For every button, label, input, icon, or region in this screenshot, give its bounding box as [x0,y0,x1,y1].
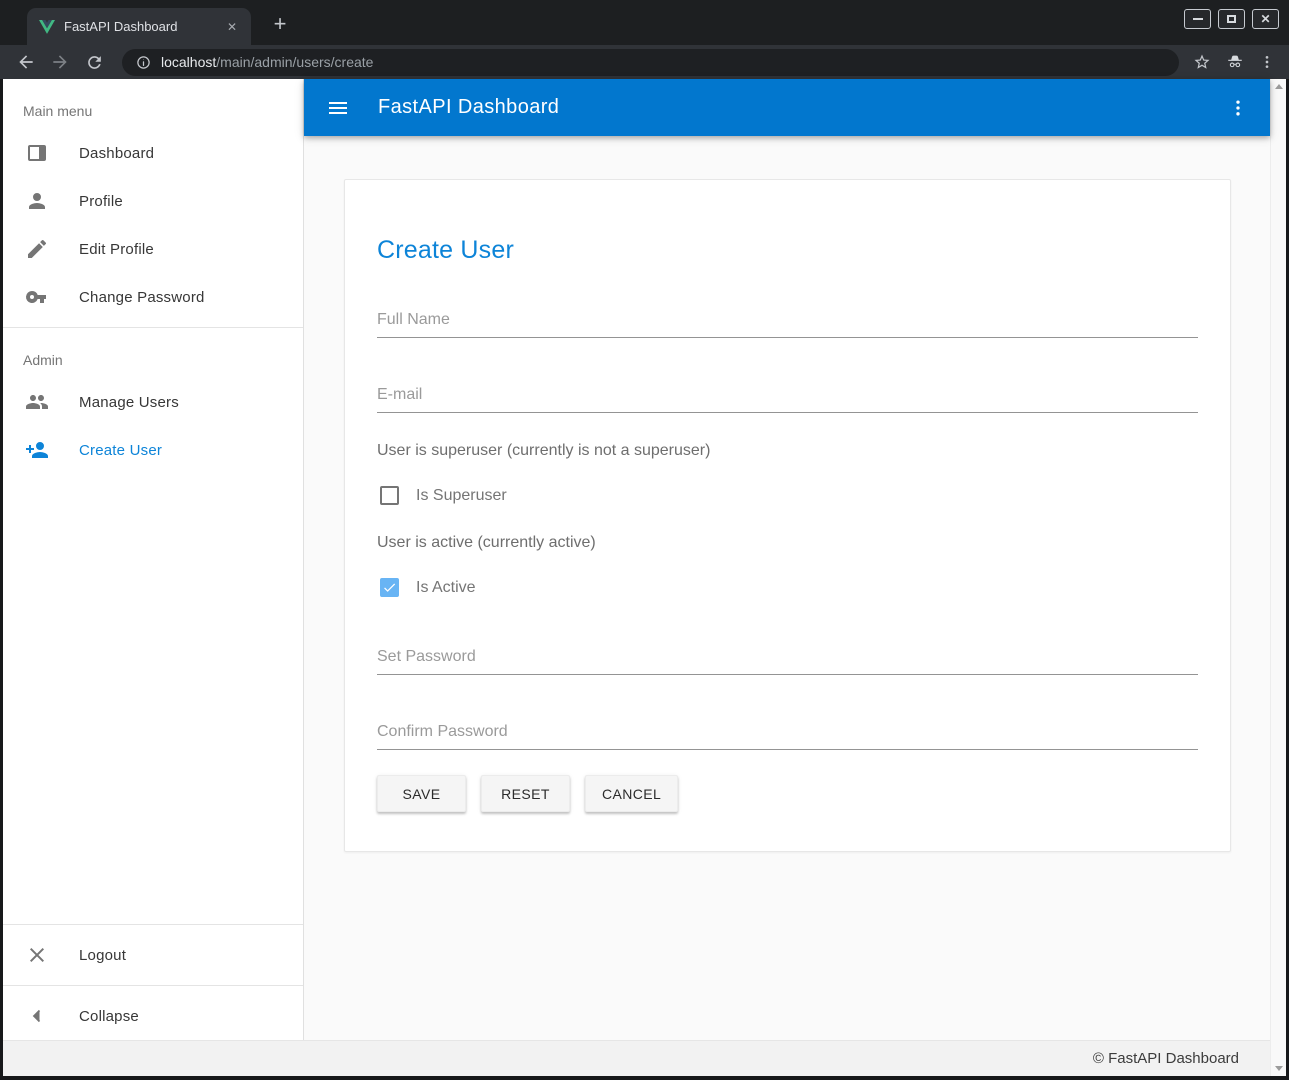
sidebar-item-change-password[interactable]: Change Password [3,273,303,321]
sidebar-item-collapse[interactable]: Collapse [3,992,303,1040]
page-title: Create User [377,236,1198,265]
info-icon[interactable] [136,55,151,70]
sidebar-item-profile[interactable]: Profile [3,177,303,225]
window-close-button[interactable]: ✕ [1252,9,1279,29]
page-content: Main menu Dashboard Profile [0,79,1289,1080]
set-password-field[interactable] [377,644,1198,675]
browser-toolbar: localhost/main/admin/users/create [0,45,1289,79]
browser-window: FastAPI Dashboard ✕ + ✕ localhost/main/a… [0,0,1289,1080]
checkmark-icon [382,580,397,595]
create-user-card: Create User User is superuser (currently… [344,179,1231,852]
is-active-label: Is Active [416,579,476,597]
people-icon [25,390,49,414]
workspace: Create User User is superuser (currently… [304,136,1270,1040]
sidebar-item-manage-users[interactable]: Manage Users [3,378,303,426]
url-text: localhost/main/admin/users/create [161,54,373,70]
save-button[interactable]: SAVE [377,775,466,812]
back-icon[interactable] [12,48,40,76]
sidebar-item-label: Dashboard [79,145,154,162]
key-icon [25,285,49,309]
is-superuser-label: Is Superuser [416,487,507,505]
sidebar-item-create-user[interactable]: Create User [3,426,303,474]
sidebar-section-admin-label: Admin [3,334,303,378]
scrollbar-up-arrow-icon[interactable] [1275,84,1283,89]
scrollbar[interactable] [1270,79,1286,1076]
app-bar: FastAPI Dashboard [304,79,1270,136]
url-path: /main/admin/users/create [216,54,373,70]
sidebar-item-dashboard[interactable]: Dashboard [3,129,303,177]
browser-tab[interactable]: FastAPI Dashboard ✕ [27,8,251,45]
new-tab-button[interactable]: + [267,11,293,37]
cancel-button[interactable]: CANCEL [585,775,678,812]
sidebar-item-label: Profile [79,193,123,210]
sidebar-divider [3,327,303,328]
close-icon [25,943,49,967]
dashboard-icon [25,141,49,165]
sidebar-item-label: Edit Profile [79,241,154,258]
footer-copyright: © FastAPI Dashboard [1093,1050,1239,1067]
tab-close-icon[interactable]: ✕ [223,18,241,36]
browser-menu-kebab-icon[interactable] [1259,54,1275,70]
is-active-checkbox[interactable] [380,578,399,597]
is-superuser-checkbox[interactable] [380,486,399,505]
person-add-icon [25,438,49,462]
toolbar-right [1193,53,1279,71]
sidebar-section-main-label: Main menu [3,85,303,129]
superuser-helper-text: User is superuser (currently is not a su… [377,442,1198,460]
sidebar-item-label: Change Password [79,289,205,306]
reload-icon[interactable] [80,48,108,76]
form-actions: SAVE RESET CANCEL [377,775,1198,812]
window-minimize-button[interactable] [1184,9,1211,29]
chevron-left-icon [25,1004,49,1028]
active-helper-text: User is active (currently active) [377,534,1198,552]
sidebar-item-label: Manage Users [79,394,179,411]
star-icon[interactable] [1193,53,1211,71]
address-bar[interactable]: localhost/main/admin/users/create [122,49,1179,76]
person-icon [25,189,49,213]
sidebar-item-edit-profile[interactable]: Edit Profile [3,225,303,273]
sidebar-item-logout[interactable]: Logout [3,931,303,979]
is-active-checkbox-row[interactable]: Is Active [377,578,1198,597]
url-host: localhost [161,54,216,70]
email-field[interactable] [377,382,1198,413]
confirm-password-field[interactable] [377,719,1198,750]
appbar-title: FastAPI Dashboard [378,96,1228,119]
incognito-icon [1225,53,1245,71]
page-footer: © FastAPI Dashboard [3,1040,1270,1076]
vue-logo-icon [39,20,55,34]
appbar-kebab-icon[interactable] [1228,98,1248,118]
window-maximize-button[interactable] [1218,9,1245,29]
pencil-icon [25,237,49,261]
tab-title: FastAPI Dashboard [64,19,214,34]
tab-strip: FastAPI Dashboard ✕ + ✕ [0,0,1289,45]
hamburger-icon[interactable] [326,96,350,120]
sidebar-divider [3,985,303,986]
sidebar: Main menu Dashboard Profile [3,79,304,1040]
is-superuser-checkbox-row[interactable]: Is Superuser [377,486,1198,505]
forward-icon[interactable] [46,48,74,76]
main-area: FastAPI Dashboard Create User User is su… [304,79,1270,1040]
full-name-field[interactable] [377,307,1198,338]
window-controls: ✕ [1184,9,1279,29]
sidebar-item-label: Create User [79,442,162,459]
reset-button[interactable]: RESET [481,775,570,812]
sidebar-item-label: Logout [79,947,126,964]
scrollbar-down-arrow-icon[interactable] [1275,1066,1283,1071]
sidebar-divider [3,924,303,925]
sidebar-item-label: Collapse [79,1008,139,1025]
